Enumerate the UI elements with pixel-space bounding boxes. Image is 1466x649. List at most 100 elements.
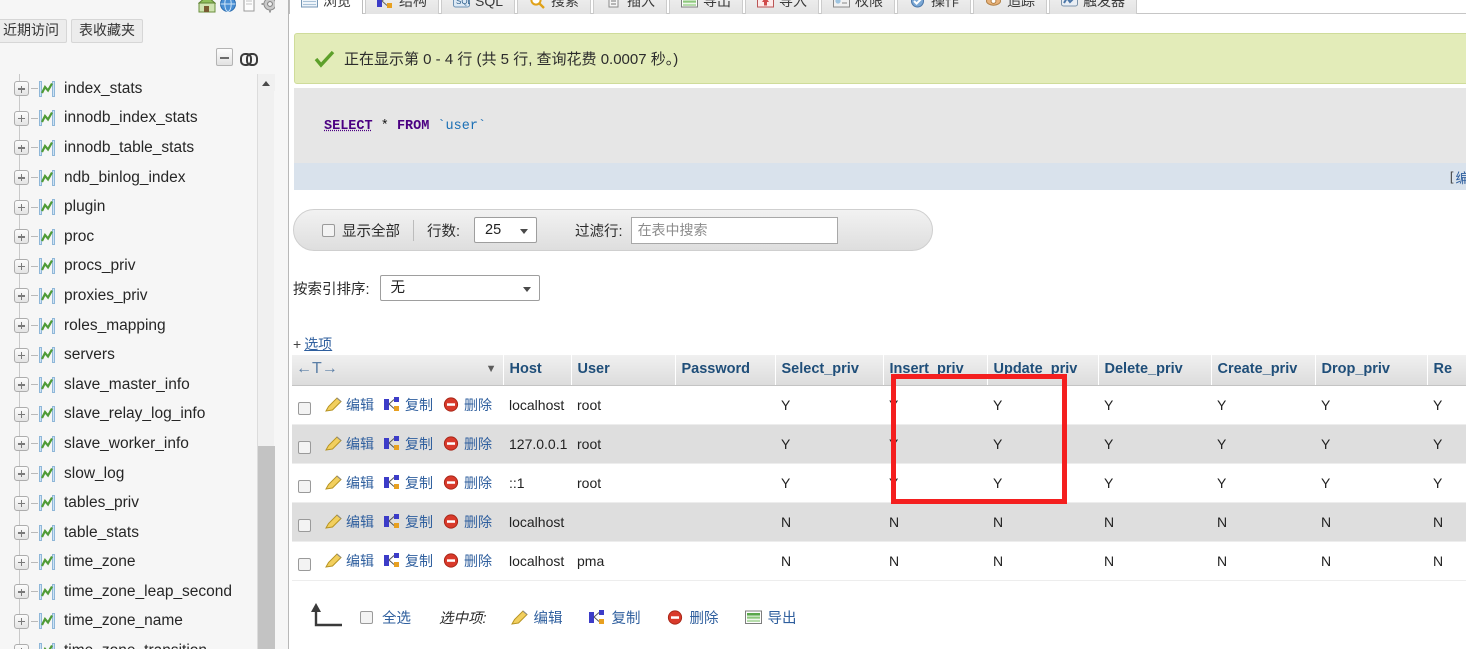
expand-icon[interactable] [14, 377, 29, 393]
row-delete-button[interactable]: 删除 [443, 473, 492, 493]
table-row[interactable]: 编辑 复制 删除 localhost root Y Y Y Y Y Y Y [292, 385, 1466, 425]
table-row[interactable]: 编辑 复制 删除::1 root Y Y Y Y Y Y Y [292, 463, 1466, 503]
bulk-delete-button[interactable]: 删除 [667, 607, 719, 628]
row-delete-button[interactable]: 删除 [443, 551, 492, 571]
cell-Drop_priv[interactable]: Y [1315, 385, 1427, 425]
row-edit-button[interactable]: 编辑 [325, 512, 374, 532]
cell-Insert_priv[interactable]: N [883, 502, 987, 542]
column-header-Re[interactable]: Re [1427, 355, 1466, 386]
tab-触发器[interactable]: 触发器 [1049, 0, 1138, 14]
row-delete-button[interactable]: 删除 [443, 434, 492, 454]
expand-icon[interactable] [14, 318, 29, 334]
cell-Update_priv[interactable]: Y [987, 385, 1098, 425]
cell-Select_priv[interactable]: Y [775, 424, 883, 464]
tab-插入[interactable]: 插入 [593, 0, 668, 14]
bulk-export-button[interactable]: 导出 [744, 607, 797, 628]
cell-user[interactable]: root [571, 463, 675, 503]
row-select-checkbox[interactable] [298, 441, 311, 455]
cell-Create_priv[interactable]: N [1211, 541, 1315, 581]
tree-item-slave_master_info[interactable]: slave_master_info [0, 369, 258, 400]
row-copy-button[interactable]: 复制 [384, 473, 433, 493]
column-header-Select_priv[interactable]: Select_priv [775, 355, 884, 386]
cell-Insert_priv[interactable]: Y [883, 424, 987, 464]
cell-host[interactable]: localhost [503, 502, 571, 542]
cell-Select_priv[interactable]: Y [775, 385, 883, 425]
cell-password[interactable] [675, 424, 775, 464]
tab-导出[interactable]: 导出 [669, 0, 744, 14]
show-all-checkbox[interactable] [322, 223, 335, 237]
table-row[interactable]: 编辑 复制 删除 127.0.0.1 root Y Y Y Y Y Y Y [292, 424, 1466, 464]
table-row[interactable]: 编辑 复制 删除 localhost N N N N N N N [292, 502, 1466, 542]
row-select-checkbox[interactable] [298, 558, 311, 572]
sql-edit-link[interactable]: 编 [1456, 167, 1466, 187]
row-select-checkbox[interactable] [298, 519, 311, 533]
tree-item-ndb_binlog_index[interactable]: ndb_binlog_index [0, 162, 258, 193]
cell-host[interactable]: localhost [503, 541, 571, 581]
cell-Drop_priv[interactable]: N [1315, 541, 1427, 581]
tree-item-table_stats[interactable]: table_stats [0, 517, 258, 548]
tree-item-time_zone[interactable]: time_zone [0, 547, 258, 578]
row-copy-button[interactable]: 复制 [384, 512, 433, 532]
scrollbar-thumb[interactable] [258, 446, 275, 649]
expand-icon[interactable] [14, 584, 29, 600]
chevron-down-icon[interactable]: ▼ [486, 363, 497, 375]
column-header-Update_priv[interactable]: Update_priv [987, 355, 1099, 386]
cell-user[interactable]: pma [571, 541, 675, 581]
tab-浏览[interactable]: 浏览 [289, 0, 363, 14]
column-header-Host[interactable]: Host [503, 355, 572, 386]
column-header-Delete_priv[interactable]: Delete_priv [1098, 355, 1212, 386]
tree-item-roles_mapping[interactable]: roles_mapping [0, 310, 258, 341]
tree-item-servers[interactable]: servers [0, 340, 258, 370]
cell-password[interactable] [675, 385, 775, 425]
cell-Re[interactable]: Y [1427, 424, 1466, 464]
cell-password[interactable] [675, 463, 775, 503]
expand-icon[interactable] [14, 288, 29, 304]
cell-Drop_priv[interactable]: N [1315, 502, 1427, 542]
row-select-checkbox[interactable] [298, 402, 311, 416]
cell-Insert_priv[interactable]: Y [883, 385, 987, 425]
cell-Re[interactable]: N [1427, 541, 1466, 581]
expand-icon[interactable] [14, 229, 29, 245]
tree-item-index_stats[interactable]: index_stats [0, 74, 258, 104]
tree-item-tables_priv[interactable]: tables_priv [0, 488, 258, 518]
expand-icon[interactable] [14, 613, 29, 629]
select-all-label[interactable]: 全选 [382, 607, 411, 628]
expand-icon[interactable] [14, 436, 29, 452]
sidebar-scrollbar[interactable] [257, 74, 275, 649]
cell-Drop_priv[interactable]: Y [1315, 424, 1427, 464]
cell-host[interactable]: 127.0.0.1 [503, 424, 571, 464]
tree-item-time_zone_transition[interactable]: time_zone_transition [0, 636, 258, 649]
cell-Select_priv[interactable]: N [775, 502, 883, 542]
tree-item-proxies_priv[interactable]: proxies_priv [0, 281, 258, 311]
tree-item-time_zone_leap_second[interactable]: time_zone_leap_second [0, 577, 258, 607]
row-edit-button[interactable]: 编辑 [325, 395, 374, 415]
cell-Delete_priv[interactable]: N [1098, 541, 1211, 581]
cell-user[interactable] [571, 502, 675, 542]
cell-Update_priv[interactable]: N [987, 502, 1098, 542]
column-header-User[interactable]: User [571, 355, 676, 386]
rows-count-select[interactable]: 2550100250500 [474, 217, 538, 243]
cell-Delete_priv[interactable]: N [1098, 502, 1211, 542]
cell-host[interactable]: ::1 [503, 463, 571, 503]
collapse-all-button[interactable] [216, 48, 233, 66]
row-copy-button[interactable]: 复制 [384, 434, 433, 454]
tab-导入[interactable]: 导入 [745, 0, 820, 14]
cell-user[interactable]: root [571, 385, 675, 425]
cell-password[interactable] [675, 541, 775, 581]
tree-item-slave_relay_log_info[interactable]: slave_relay_log_info [0, 399, 258, 430]
row-copy-button[interactable]: 复制 [384, 395, 433, 415]
table-row[interactable]: 编辑 复制 删除 localhost pma N N N N N N N [292, 541, 1466, 581]
header-sort-controls[interactable]: ←T→ ▼ [292, 355, 504, 386]
tree-item-innodb_table_stats[interactable]: innodb_table_stats [0, 133, 258, 163]
expand-icon[interactable] [14, 406, 29, 422]
sidebar-tab-recent[interactable]: 近期访问 [0, 19, 67, 43]
tree-item-proc[interactable]: proc [0, 221, 258, 252]
scroll-up-arrow-icon[interactable] [258, 74, 275, 91]
tree-item-plugin[interactable]: plugin [0, 192, 258, 222]
cell-Create_priv[interactable]: Y [1211, 424, 1315, 464]
tab-搜索[interactable]: 搜索 [517, 0, 592, 14]
tab-操作[interactable]: 操作 [897, 0, 972, 14]
cell-Re[interactable]: Y [1427, 385, 1466, 425]
row-edit-button[interactable]: 编辑 [325, 473, 374, 493]
cell-Select_priv[interactable]: N [775, 541, 883, 581]
